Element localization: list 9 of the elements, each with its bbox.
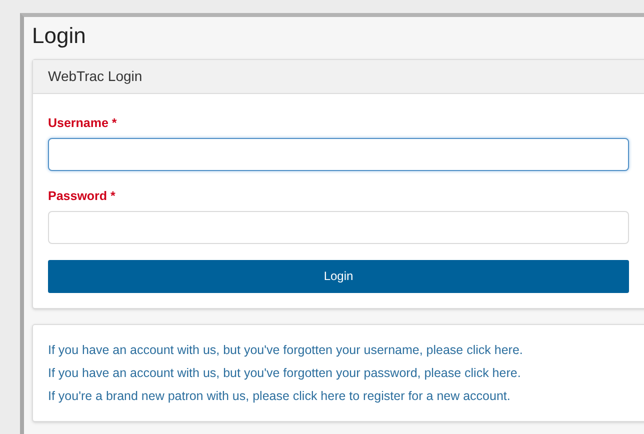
login-button[interactable]: Login [48,260,629,292]
help-link[interactable]: If you have an account with us, but you've forgotten your password, please click here. [48,364,521,382]
help-link[interactable]: If you're a brand new patron with us, please click here to register for a new account. [48,386,510,404]
input-field[interactable] [48,138,629,171]
card-title: WebTrac Login [48,67,142,86]
help-link[interactable]: If you have an account with us, but you've forgotten your username, please click here. [48,340,523,358]
page-title: Login [32,22,87,50]
field-label: Password * [48,188,116,205]
field-label: Username * [48,115,118,132]
